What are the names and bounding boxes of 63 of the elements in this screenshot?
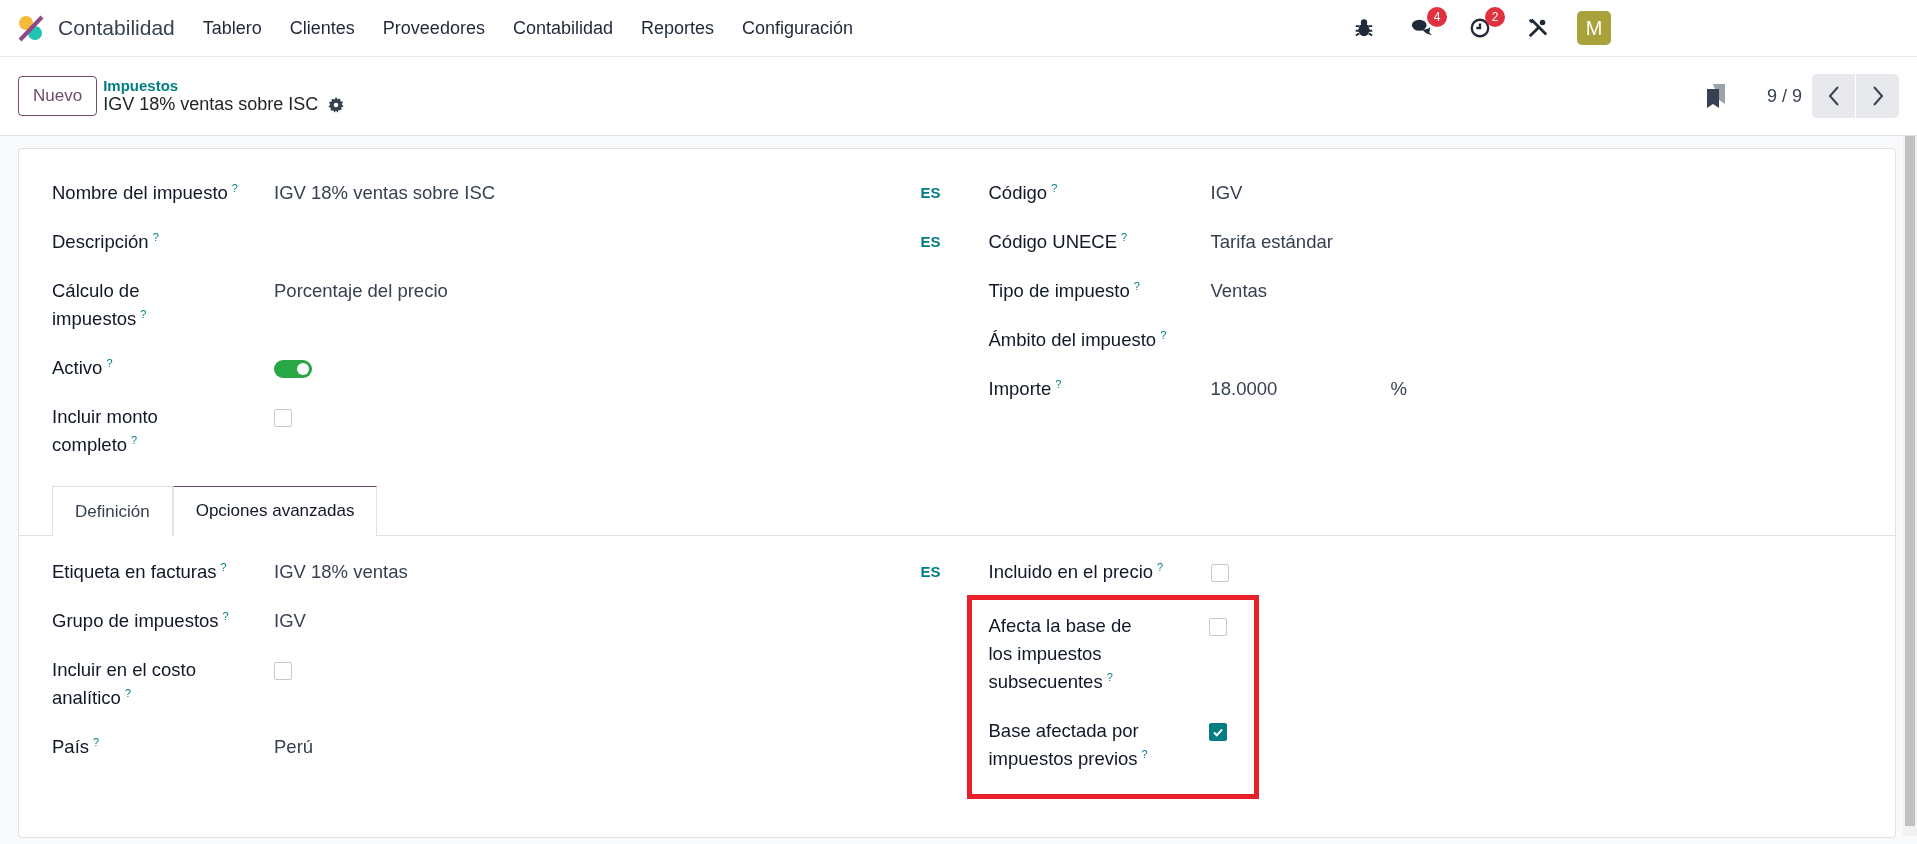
new-button[interactable]: Nuevo xyxy=(18,76,98,116)
field-label: Incluir en el costo analítico $^{?}$ xyxy=(52,659,196,708)
field-label: Tipo de impuesto $^{?}$ xyxy=(988,280,1140,301)
field-label: Afecta la base de los impuestos subsecuentes $^{?}$ xyxy=(988,615,1132,692)
app-name[interactable]: Contabilidad xyxy=(58,16,175,40)
field-label: Código UNECE $^{?}$ xyxy=(988,231,1128,252)
menu-item[interactable]: Tablero xyxy=(188,11,276,45)
field-label: Incluido en el precio $^{?}$ xyxy=(988,561,1164,582)
previous-button[interactable] xyxy=(1812,74,1855,118)
field-label: Ámbito del impuesto $^{?}$ xyxy=(988,329,1167,350)
checkbox[interactable] xyxy=(274,662,292,680)
menu-item[interactable]: Contabilidad xyxy=(498,11,627,45)
scrollbar[interactable] xyxy=(1903,136,1917,836)
checkbox[interactable] xyxy=(1208,618,1227,636)
field-label: Cálculo de impuestos $^{?}$ xyxy=(52,280,147,329)
settings-icon[interactable] xyxy=(328,96,345,113)
field-value[interactable]: 18.0000 xyxy=(1210,375,1391,403)
field-label: Activo $^{?}$ xyxy=(52,357,113,378)
record-title: IGV 18% ventas sobre ISC xyxy=(103,94,319,115)
bookmark-icon[interactable] xyxy=(1704,83,1727,109)
field-label: Código $^{?}$ xyxy=(988,182,1058,203)
tab[interactable]: Opciones avanzadas xyxy=(172,486,378,536)
field-label: Incluir monto completo $^{?}$ xyxy=(52,406,158,455)
toggle-switch[interactable] xyxy=(274,360,312,378)
checkbox[interactable] xyxy=(1208,723,1227,741)
language-button[interactable]: ES xyxy=(920,228,941,256)
field-label: Descripción $^{?}$ xyxy=(52,231,159,252)
field-label: Nombre del impuesto $^{?}$ xyxy=(52,182,238,203)
field-label: Importe $^{?}$ xyxy=(988,378,1062,399)
field-value[interactable]: Ventas xyxy=(1210,277,1391,305)
clock-icon[interactable] xyxy=(1469,17,1491,39)
unit-suffix: % xyxy=(1390,377,1407,401)
next-button[interactable] xyxy=(1856,74,1899,118)
checkbox[interactable] xyxy=(274,409,292,427)
field-label: País $^{?}$ xyxy=(52,736,100,757)
field-value[interactable]: Porcentaje del precio xyxy=(274,277,454,305)
menu-item[interactable]: Reportes xyxy=(627,11,729,45)
checkbox[interactable] xyxy=(1210,564,1229,582)
field-label: Etiqueta en facturas $^{?}$ xyxy=(52,561,227,582)
field-value[interactable]: IGV 18% ventas xyxy=(274,558,454,586)
check-icon xyxy=(1211,726,1224,738)
chevron-right-icon xyxy=(1870,85,1885,107)
menu-item[interactable]: Proveedores xyxy=(368,11,499,45)
breadcrumb-link[interactable]: Impuestos xyxy=(103,77,345,94)
count-badge: 2 xyxy=(1485,7,1505,27)
count-badge: 4 xyxy=(1427,7,1447,27)
field-value[interactable]: Perú xyxy=(274,733,454,761)
menu-item[interactable]: Configuración xyxy=(728,11,868,45)
language-button[interactable]: ES xyxy=(920,179,941,207)
tab[interactable]: Definición xyxy=(52,486,173,536)
pager-counter[interactable]: 9 / 9 xyxy=(1766,85,1802,107)
field-value[interactable]: IGV 18% ventas sobre ISC xyxy=(274,179,496,207)
language-button[interactable]: ES xyxy=(920,558,941,586)
field-label: Base afectada por impuestos previos $^{?}$ xyxy=(988,720,1148,769)
field-value[interactable]: IGV xyxy=(274,607,454,635)
app-logo[interactable] xyxy=(16,13,46,43)
bug-icon[interactable] xyxy=(1353,17,1375,39)
tools-icon[interactable] xyxy=(1527,17,1549,39)
field-label: Grupo de impuestos $^{?}$ xyxy=(52,610,229,631)
field-value[interactable]: IGV xyxy=(1210,179,1391,207)
field-value[interactable]: Tarifa estándar xyxy=(1210,228,1391,256)
chevron-left-icon xyxy=(1826,85,1841,107)
menu-item[interactable]: Clientes xyxy=(275,11,369,45)
